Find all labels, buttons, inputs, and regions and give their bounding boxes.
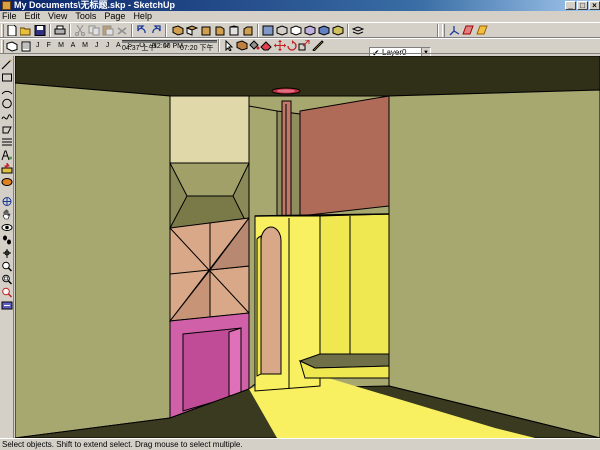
save-icon[interactable] (34, 25, 46, 36)
eraser-icon[interactable] (260, 40, 272, 51)
menu-tools[interactable]: Tools (71, 11, 100, 22)
component-icon[interactable] (236, 40, 248, 51)
model-viewport[interactable] (15, 56, 600, 438)
walk-icon[interactable] (1, 235, 13, 246)
print-icon[interactable] (54, 25, 66, 36)
toolbar-separator (218, 39, 220, 52)
layers-icon[interactable] (352, 25, 364, 36)
undo-icon[interactable] (136, 25, 148, 36)
status-message: Select objects. Shift to extend select. … (2, 440, 243, 449)
top-view-icon[interactable] (186, 25, 198, 36)
left-view-icon[interactable] (242, 25, 254, 36)
toolbar-separator (437, 24, 439, 37)
status-bar: Select objects. Shift to extend select. … (0, 438, 600, 450)
hidden-line-icon[interactable] (290, 25, 302, 36)
brown-back-wall (299, 95, 390, 217)
tape-measure-icon[interactable] (312, 40, 324, 51)
section-plane-icon[interactable] (462, 25, 474, 36)
scale-icon[interactable] (298, 40, 310, 51)
open-icon[interactable] (20, 25, 32, 36)
menu-help[interactable]: Help (129, 11, 156, 22)
right-wall (388, 89, 600, 438)
wireframe-icon[interactable] (276, 25, 288, 36)
redo-icon[interactable] (150, 25, 162, 36)
arc-icon[interactable] (1, 85, 13, 96)
shadow-time-start: 04:37 上午 (122, 45, 156, 52)
offset-icon[interactable] (1, 137, 13, 148)
push-pull-icon[interactable] (1, 163, 13, 174)
new-icon[interactable] (6, 25, 18, 36)
shaded-texture-icon[interactable] (318, 25, 330, 36)
line-pencil-icon[interactable] (1, 59, 13, 70)
yellow-box-right (319, 213, 390, 362)
look-around-icon[interactable] (1, 222, 13, 233)
window-title: My Documents\无标题.skp - SketchUp (14, 0, 176, 10)
menu-file[interactable]: File (0, 11, 21, 22)
toolbar-separator (347, 24, 349, 37)
ceiling-light-inner (277, 89, 295, 93)
text-tool-icon[interactable] (1, 150, 13, 161)
left-wall (15, 82, 171, 438)
arch-door (260, 226, 282, 375)
erase-icon[interactable] (116, 25, 128, 36)
monochrome-icon[interactable] (332, 25, 344, 36)
pan-icon[interactable] (1, 209, 13, 220)
copy-icon[interactable] (88, 25, 100, 36)
maximize-button[interactable]: □ (577, 1, 588, 10)
toolbar-grip[interactable] (1, 24, 4, 37)
title-bar: My Documents\无标题.skp - SketchUp _ □ × (0, 0, 600, 11)
arch-door-side (256, 235, 262, 377)
circle-icon[interactable] (1, 98, 13, 109)
axes-icon[interactable] (448, 25, 460, 36)
paint-bucket-icon[interactable] (248, 40, 260, 51)
rotate-icon[interactable] (286, 40, 298, 51)
menu-edit[interactable]: Edit (21, 11, 45, 22)
close-button[interactable]: × (589, 1, 600, 10)
back-view-icon[interactable] (228, 25, 240, 36)
rectangle-icon[interactable] (1, 72, 13, 83)
shadow-time-end: 07:20 下午 (180, 45, 214, 52)
toolbar-separator (257, 24, 259, 37)
shadows-icon[interactable] (20, 41, 32, 52)
shaded-icon[interactable] (304, 25, 316, 36)
shadow-time-noon: 12:00 PM (153, 43, 183, 50)
toolbar-grip[interactable] (442, 24, 445, 37)
main-toolbar: ✔ Layer0 ▼ (0, 22, 600, 59)
toolbar-separator (69, 24, 71, 37)
section-display-icon[interactable] (476, 25, 488, 36)
menu-bar: File Edit View Tools Page Help (0, 11, 600, 22)
toolbar-separator (49, 24, 51, 37)
paste-icon[interactable] (102, 25, 114, 36)
orbit-icon[interactable] (1, 196, 13, 207)
position-camera-icon[interactable] (1, 248, 13, 259)
xray-icon[interactable] (262, 25, 274, 36)
zoom-icon[interactable] (1, 261, 13, 272)
polygon-icon[interactable] (1, 124, 13, 135)
select-arrow-icon[interactable] (224, 40, 236, 51)
room-model-drawing (15, 56, 600, 438)
follow-me-icon[interactable] (1, 176, 13, 187)
cut-icon[interactable] (74, 25, 86, 36)
toolbar-separator (165, 24, 167, 37)
cream-panel (169, 95, 250, 164)
front-view-icon[interactable] (200, 25, 212, 36)
iso-view-small-icon[interactable] (6, 41, 18, 52)
menu-page[interactable]: Page (100, 11, 129, 22)
zoom-extents-icon[interactable] (1, 287, 13, 298)
previous-view-icon[interactable] (1, 300, 13, 311)
sketchup-window: My Documents\无标题.skp - SketchUp _ □ × Fi… (0, 0, 600, 450)
minimize-button[interactable]: _ (565, 1, 576, 10)
move-icon[interactable] (274, 40, 286, 51)
iso-view-icon[interactable] (172, 25, 184, 36)
right-view-icon[interactable] (214, 25, 226, 36)
left-toolbar (0, 56, 14, 438)
freehand-icon[interactable] (1, 111, 13, 122)
sketchup-app-icon (2, 1, 11, 10)
toolbar-separator (131, 24, 133, 37)
menu-view[interactable]: View (44, 11, 71, 22)
toolbar-grip[interactable] (1, 40, 4, 53)
magenta-doorway-jamb (228, 327, 242, 397)
zoom-window-icon[interactable] (1, 274, 13, 285)
